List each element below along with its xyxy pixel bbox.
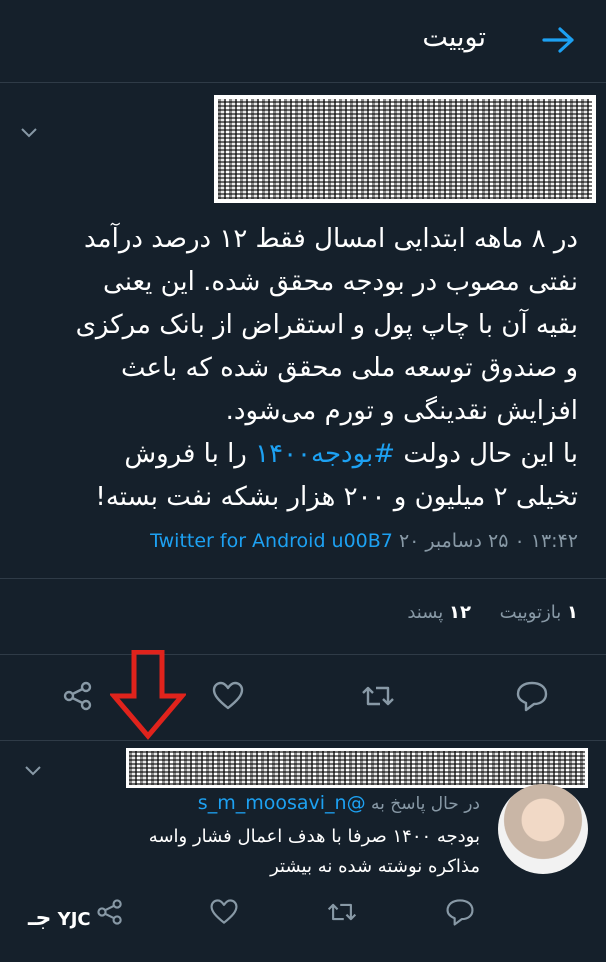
reply-icon[interactable]: [514, 678, 550, 714]
reply-handle-link[interactable]: @s_m_moosavi_n: [198, 792, 366, 814]
tweet-line: و صندوق توسعه ملی محقق شده که باعث: [121, 353, 578, 383]
app-header: [0, 0, 606, 83]
watermark-text: YJC: [57, 909, 91, 930]
retweet-icon[interactable]: [360, 678, 396, 714]
tweet-line: بقیه آن با چاپ پول و استقراض از بانک مرک…: [75, 310, 578, 340]
tweet-client-link[interactable]: Twitter for Android u00B7: [150, 530, 393, 552]
avatar[interactable]: [498, 784, 588, 874]
like-icon[interactable]: [208, 896, 240, 928]
reply-text: بودجه ۱۴۰۰ صرفا با هدف اعمال فشار واسه م…: [148, 826, 480, 877]
tweet-line: در ۸ ماهه ابتدایی امسال فقط ۱۲ درصد درآم…: [84, 224, 578, 254]
retweet-icon[interactable]: [326, 896, 358, 928]
tweet-line: نفتی مصوب در بودجه محقق شده. این یعنی: [103, 267, 578, 297]
tweet-line: افزایش نقدینگی و تورم می‌شود.: [225, 396, 578, 426]
redacted-author-image: [214, 95, 596, 203]
chevron-down-icon[interactable]: [24, 762, 42, 776]
tweet-line-part: را با فروش: [124, 439, 247, 469]
divider: [0, 654, 606, 655]
share-icon[interactable]: [60, 678, 96, 714]
like-icon[interactable]: [210, 678, 246, 714]
annotation-arrow-icon: [108, 649, 188, 740]
watermark-logo: جـ YJC: [28, 906, 91, 931]
redacted-reply-author: [126, 748, 588, 788]
share-icon[interactable]: [94, 896, 126, 928]
tweet-meta: ۱۳:۴۲ ۰ ۲۵ دسامبر ۲۰ Twitter for Android…: [150, 530, 578, 552]
back-arrow-icon[interactable]: [542, 26, 576, 54]
hashtag-link[interactable]: #بودجه۱۴۰۰: [255, 439, 395, 469]
reply-icon[interactable]: [444, 896, 476, 928]
tweet-timestamp: ۱۳:۴۲ ۰ ۲۵ دسامبر ۲۰: [398, 530, 578, 552]
tweet-text: در ۸ ماهه ابتدایی امسال فقط ۱۲ درصد درآم…: [26, 218, 578, 519]
tweet-line: با این حال دولت #بودجه۱۴۰۰ را با فروش: [26, 433, 578, 476]
replying-label: در حال پاسخ به: [370, 794, 480, 814]
divider: [0, 578, 606, 579]
retweet-count[interactable]: ۱ بازتوییت: [500, 602, 578, 623]
like-count[interactable]: ۱۲ پسند: [407, 602, 471, 623]
tweet-stats: ۱ بازتوییت ۱۲ پسند: [407, 602, 578, 623]
divider: [0, 740, 606, 741]
replying-to: در حال پاسخ به @s_m_moosavi_n: [198, 792, 480, 814]
tweet-line: تخیلی ۲ میلیون و ۲۰۰ هزار بشکه نفت بسته!: [95, 482, 578, 512]
chevron-down-icon[interactable]: [20, 124, 38, 138]
tweet-line-part: با این حال دولت: [403, 439, 578, 469]
page-title: توییت: [422, 22, 486, 53]
watermark-symbol: جـ: [28, 906, 52, 931]
